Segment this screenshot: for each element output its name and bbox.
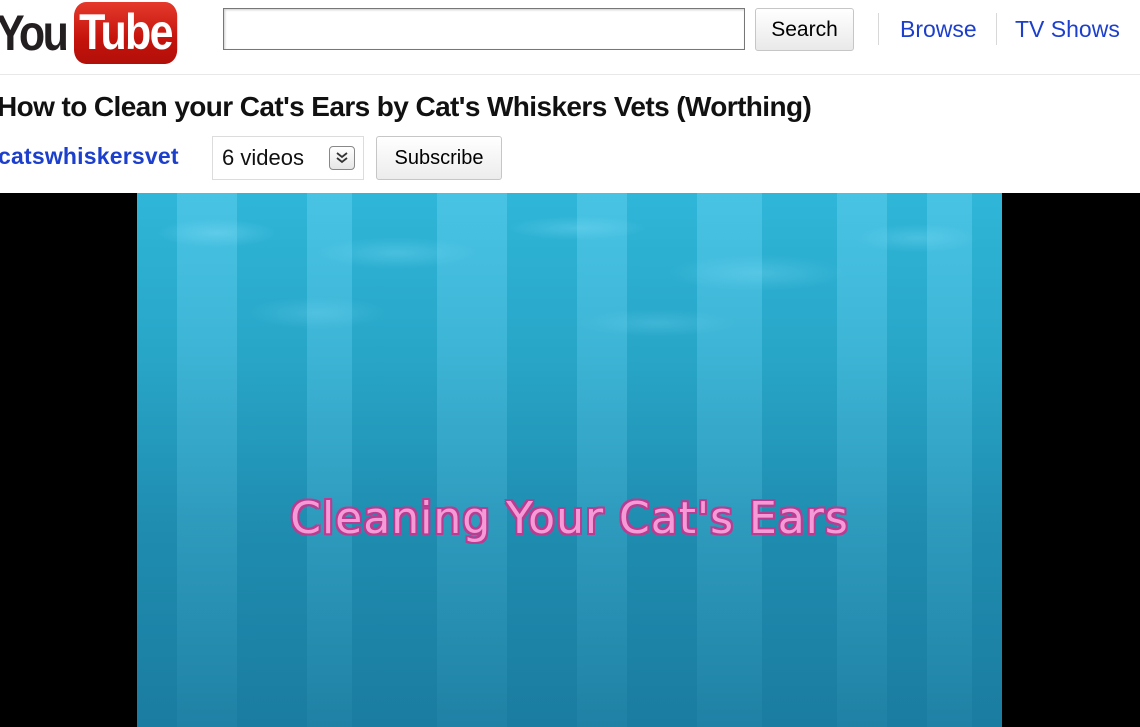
logo-tube-text: Tube xyxy=(73,2,177,64)
search-button[interactable]: Search xyxy=(755,8,854,51)
video-title: How to Clean your Cat's Ears by Cat's Wh… xyxy=(0,91,812,122)
videos-count-label: 6 videos xyxy=(222,145,304,170)
subscribe-button[interactable]: Subscribe xyxy=(376,136,502,180)
video-player[interactable]: Cleaning Your Cat's Ears xyxy=(0,193,1140,727)
logo-you-text: You xyxy=(0,5,69,61)
site-header: You Tube Search Browse TV Shows xyxy=(0,0,1140,75)
channel-link[interactable]: catswhiskersvet xyxy=(0,141,179,171)
water-caustics xyxy=(137,193,1002,353)
channel-videos-dropdown[interactable]: 6 videos xyxy=(212,136,364,180)
chevron-double-down-icon[interactable] xyxy=(329,146,355,170)
nav-link-tv-shows[interactable]: TV Shows xyxy=(1015,14,1120,44)
search-input[interactable] xyxy=(223,8,745,50)
youtube-logo[interactable]: You Tube xyxy=(0,0,193,66)
video-frame[interactable]: Cleaning Your Cat's Ears xyxy=(137,193,1002,727)
video-caption: Cleaning Your Cat's Ears xyxy=(290,493,849,544)
nav-divider xyxy=(878,13,879,45)
nav-divider xyxy=(996,13,997,45)
nav-link-browse[interactable]: Browse xyxy=(900,14,977,44)
